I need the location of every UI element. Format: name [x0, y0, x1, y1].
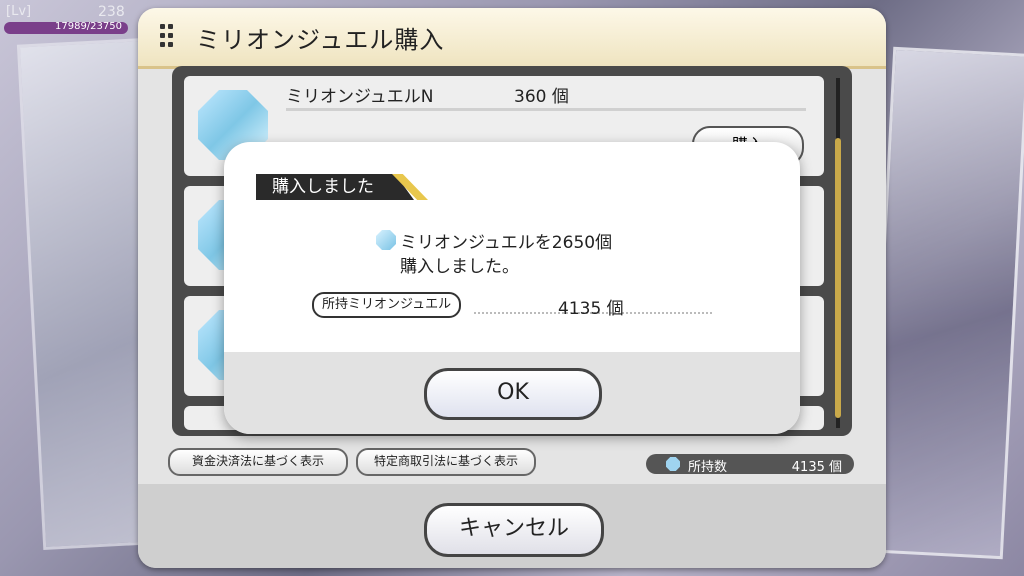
scrollbar-thumb[interactable]	[835, 138, 841, 418]
item-name: ミリオンジュエルN	[286, 87, 434, 107]
level-label: [Lv]	[6, 4, 32, 19]
cancel-button[interactable]: キャンセル	[424, 503, 604, 557]
commerce-law-button[interactable]: 特定商取引法に基づく表示	[356, 448, 536, 476]
grip-icon	[160, 24, 174, 54]
panel-header: ミリオンジュエル購入	[138, 8, 886, 69]
exp-value: 17989/23750	[55, 21, 122, 32]
owned-value: 4135 個	[791, 460, 842, 475]
owned-jewel-counter: 所持数 4135 個	[646, 454, 854, 475]
dialog-message-line2: 購入しました。	[400, 257, 519, 277]
jewel-icon	[666, 457, 680, 471]
level-value: 238	[98, 4, 125, 20]
purchase-complete-dialog: 購入しました ミリオンジュエルを2650個 購入しました。 所持ミリオンジュエル…	[224, 142, 800, 434]
dialog-title: 購入しました	[256, 174, 414, 200]
jewel-icon	[376, 230, 396, 250]
dialog-message-line1: ミリオンジュエルを2650個	[400, 233, 613, 253]
owned-label: 所持数	[688, 460, 728, 475]
payment-law-button[interactable]: 資金決済法に基づく表示	[168, 448, 348, 476]
ok-button[interactable]: OK	[424, 368, 602, 420]
exp-bar: 17989/23750	[4, 21, 128, 34]
owned-jewel-label: 所持ミリオンジュエル	[312, 292, 462, 318]
divider	[286, 108, 806, 111]
scrollbar[interactable]	[835, 78, 841, 428]
background-card-right	[866, 46, 1024, 560]
owned-jewel-value: 4135 個	[558, 299, 624, 319]
item-quantity: 360 個	[514, 87, 569, 107]
panel-title: ミリオンジュエル購入	[196, 26, 445, 54]
